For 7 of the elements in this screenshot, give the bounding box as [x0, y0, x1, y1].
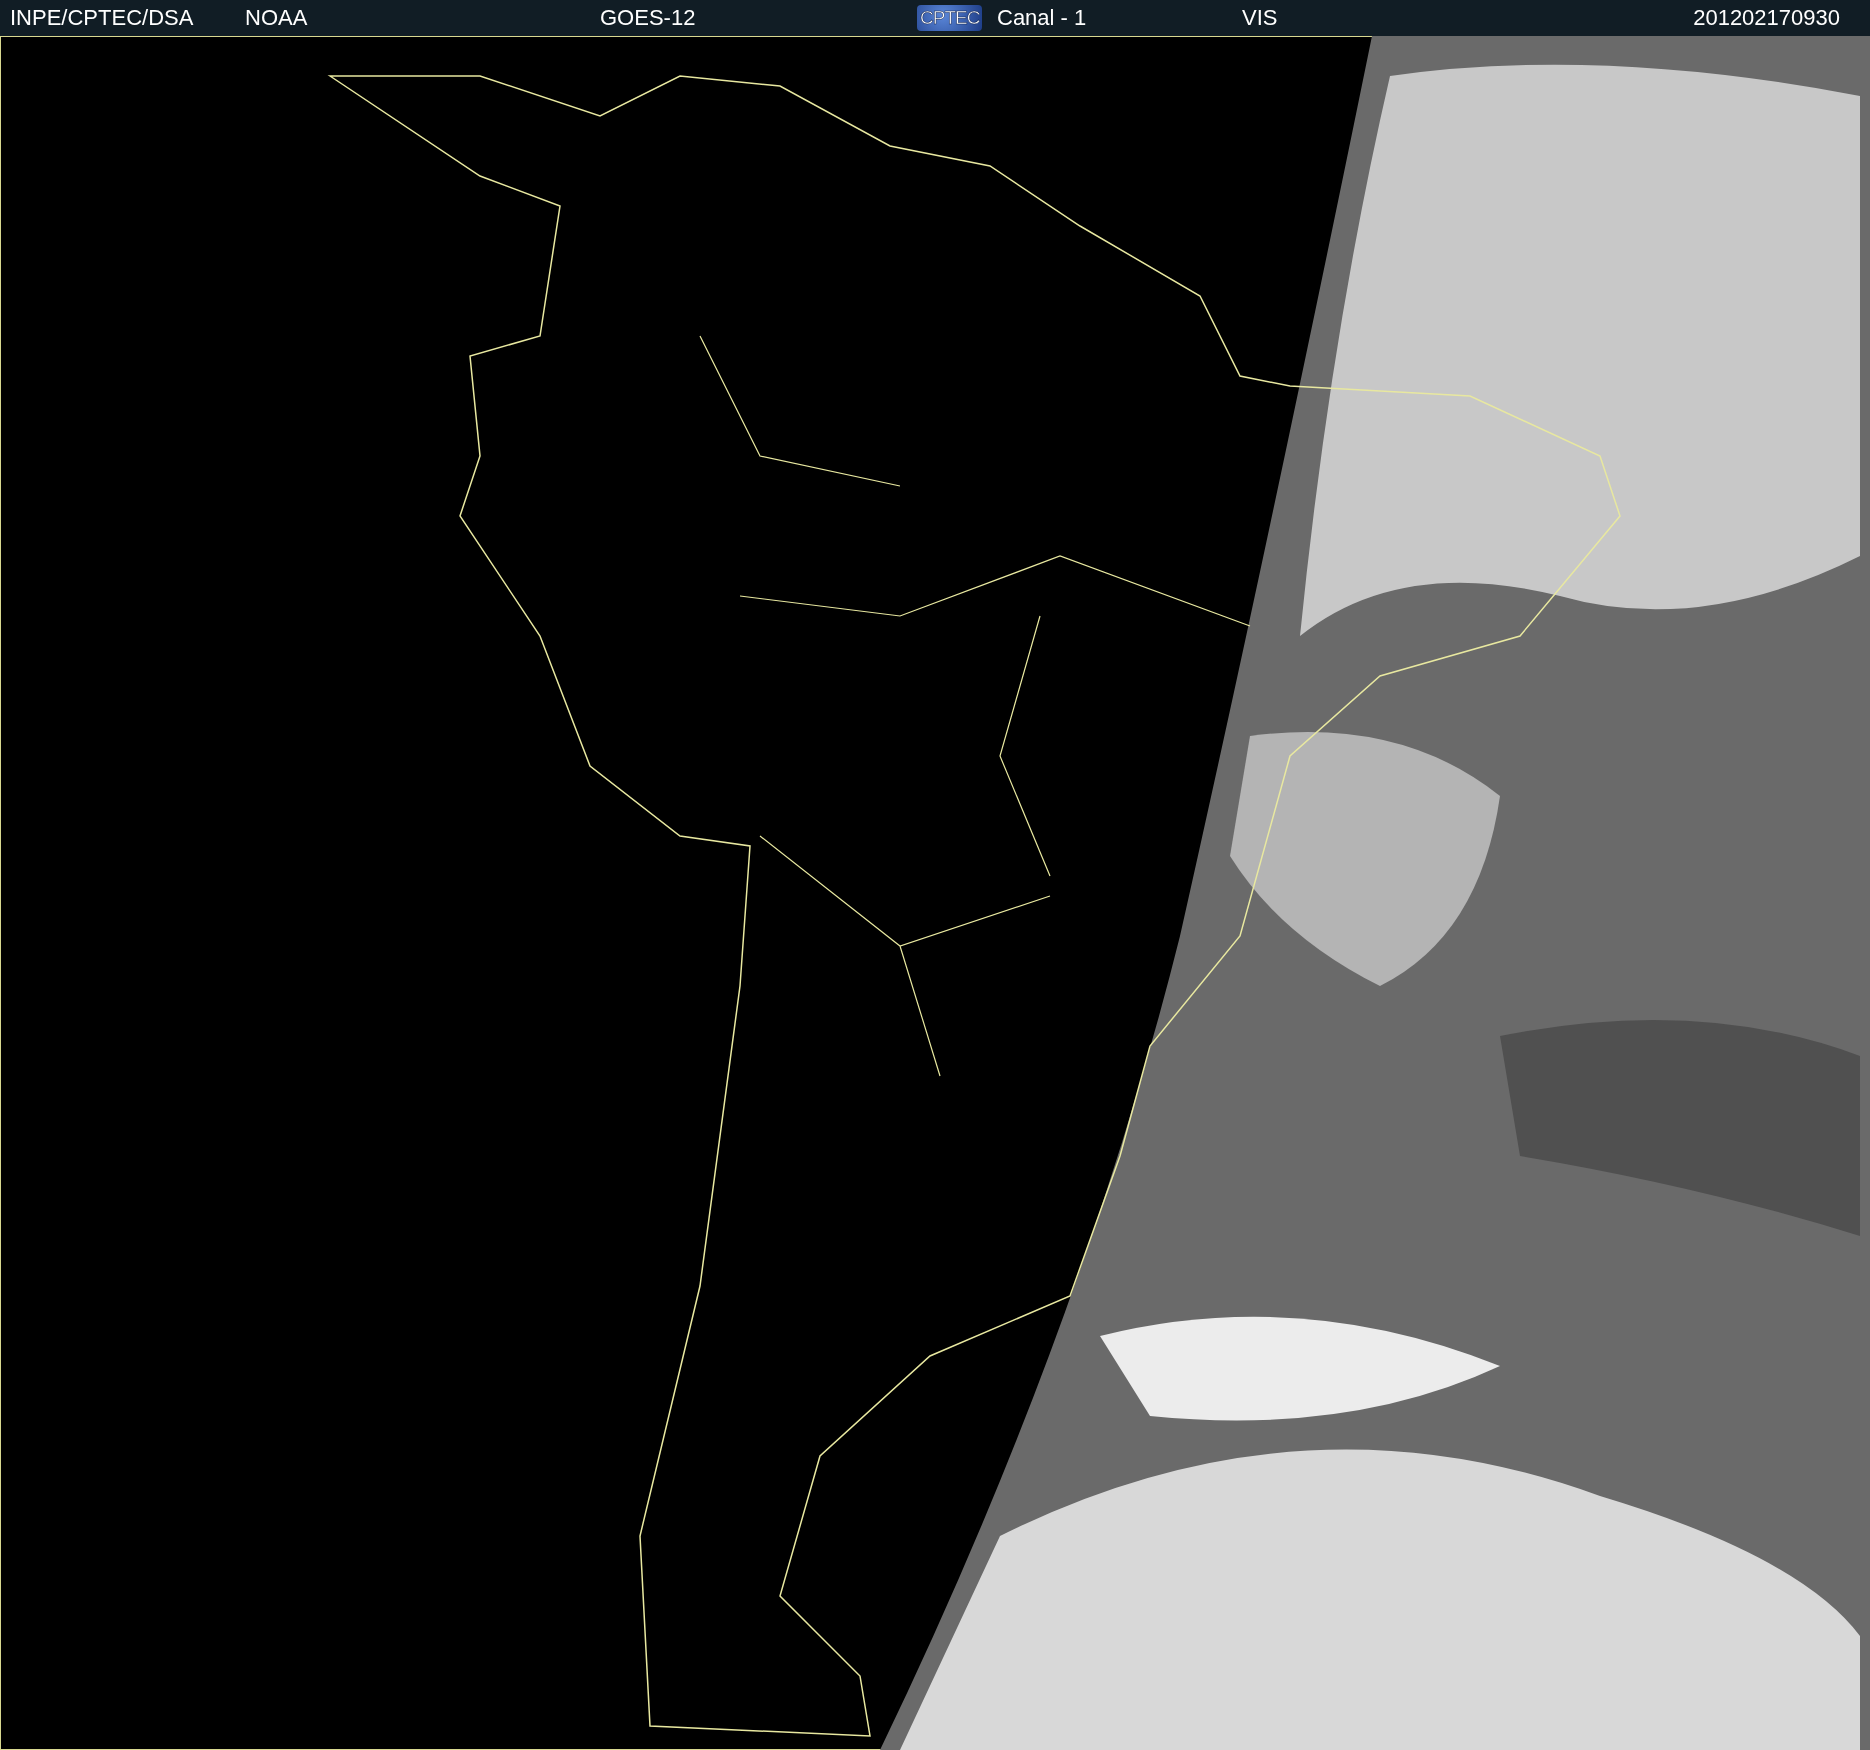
- agency-label: NOAA: [245, 5, 309, 31]
- timestamp-label: 201202170930: [1693, 5, 1841, 31]
- logo: CPTEC: [917, 5, 983, 31]
- source-label: INPE/CPTEC/DSA: [9, 5, 195, 31]
- band-label: VIS: [1242, 5, 1279, 31]
- channel-label: Canal - 1: [997, 5, 1088, 31]
- satellite-label: GOES-12: [600, 5, 697, 31]
